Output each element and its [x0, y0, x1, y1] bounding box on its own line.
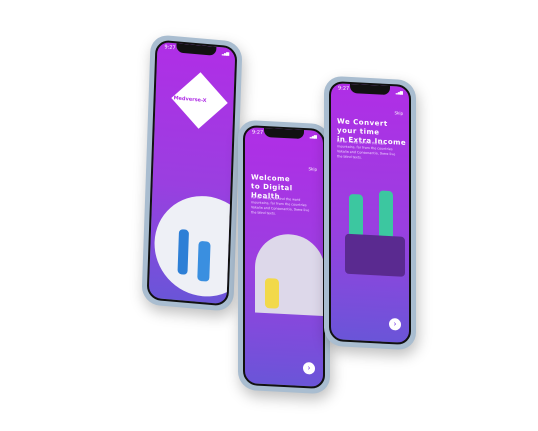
- next-button[interactable]: ›: [389, 317, 401, 331]
- patient-illustration: [197, 240, 211, 282]
- notch: [264, 127, 304, 140]
- table-illustration: [345, 233, 405, 277]
- doctor-illustration: [177, 229, 190, 275]
- skip-button[interactable]: Skip: [308, 166, 317, 171]
- man-left-illustration: [349, 193, 363, 240]
- income-screen: 9:27 ▂▄▆ Skip We Convert your time in Ext…: [329, 80, 411, 346]
- person-illustration: [265, 278, 279, 309]
- man-right-illustration: [379, 190, 393, 242]
- signal-icon: ▂▄▆: [395, 89, 402, 95]
- splash-screen: 9:27 ▂▄▆ Medverse-X: [146, 39, 238, 307]
- illustration-background: [152, 191, 238, 301]
- skip-button[interactable]: Skip: [394, 110, 403, 115]
- income-body: Far far away, behind the word mountains,…: [337, 139, 396, 160]
- notch: [176, 43, 217, 56]
- phone-splash: 9:27 ▂▄▆ Medverse-X: [141, 34, 243, 312]
- next-button[interactable]: ›: [303, 361, 315, 375]
- phone-welcome: 9:27 ▂▄▆ Skip Welcome to Digital Health F…: [238, 119, 330, 395]
- welcome-body: Far far away, behind the word mountains,…: [251, 195, 310, 216]
- signal-icon: ▂▄▆: [221, 50, 229, 56]
- notch: [350, 83, 390, 96]
- phone-income: 9:27 ▂▄▆ Skip We Convert your time in Ext…: [324, 75, 416, 351]
- signal-icon: ▂▄▆: [309, 133, 316, 139]
- status-time: 9:27: [252, 129, 264, 136]
- status-time: 9:27: [164, 44, 176, 52]
- welcome-screen: 9:27 ▂▄▆ Skip Welcome to Digital Health F…: [243, 124, 325, 390]
- status-time: 9:27: [338, 85, 350, 92]
